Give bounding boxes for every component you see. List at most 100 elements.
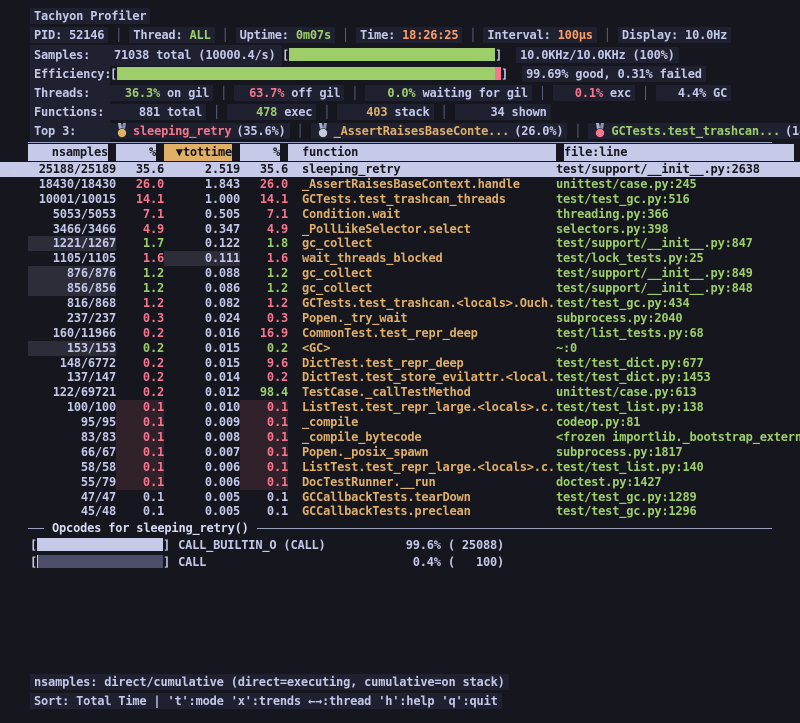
cell-tottime: 0.082 [164, 296, 240, 311]
cell-function: DocTestRunner.__run [302, 475, 556, 490]
cell-gap [288, 356, 302, 371]
top3-entry[interactable]: sleeping_retry(35.6%) [110, 123, 290, 139]
cell-nsamples: 45/48 [28, 504, 116, 519]
opcode-bar: [] [30, 537, 170, 554]
uptime-field: Uptime: 0m07s [236, 27, 335, 43]
function-stat-label: total [160, 105, 202, 119]
thread-field[interactable]: Thread: ALL [129, 27, 214, 43]
cell-function: Popen._posix_spawn [302, 445, 556, 460]
top3-entry[interactable]: GCTests.test_trashcan...(14.1%) [588, 123, 800, 139]
thread-stat-label: exc [603, 86, 631, 100]
thread-stat: 0.0% waiting for gil [365, 85, 531, 101]
separator: │ [539, 86, 546, 100]
table-header-pct-direct[interactable]: % [116, 144, 164, 161]
table-row[interactable]: 816/8681.20.0821.2GCTests.test_trashcan.… [0, 296, 800, 311]
cell-function: TestCase._callTestMethod [302, 385, 556, 400]
cell-fileline: unittest/case.py:613 [556, 385, 794, 400]
table-row[interactable]: 160/119660.20.01616.9CommonTest.test_rep… [0, 326, 800, 341]
table-header-nsamples[interactable]: nsamples [28, 144, 116, 161]
table-row[interactable]: 100/1000.10.0100.1ListTest.test_repr_lar… [0, 400, 800, 415]
cell-gap [288, 207, 302, 222]
cell-fileline: test/test_gc.py:516 [556, 192, 794, 207]
table-row[interactable]: 237/2370.30.0240.3Popen._try_waitsubproc… [0, 311, 800, 326]
table-row[interactable]: 95/950.10.0090.1_compilecodeop.py:81 [0, 415, 800, 430]
table-row[interactable]: 10001/1001514.11.00014.1GCTests.test_tra… [0, 192, 800, 207]
separator: │ [222, 28, 229, 42]
cell-pct-direct: 7.1 [116, 207, 164, 222]
table-row[interactable]: 58/580.10.0060.1ListTest.test_repr_large… [0, 460, 800, 475]
table-header-function[interactable]: function [302, 144, 556, 161]
opcode-percent: 0.4% ( 100) [364, 554, 504, 571]
table-row[interactable]: 137/1470.20.0140.2DictTest.test_store_ev… [0, 370, 800, 385]
cell-function: _AssertRaisesBaseContext.handle [302, 177, 556, 192]
cell-fileline: test/test_dict.py:677 [556, 356, 794, 371]
cell-gap [288, 281, 302, 296]
top3-function-name: sleeping_retry [133, 124, 231, 138]
opcode-row: []CALL 0.4% ( 100) [0, 554, 800, 571]
cell-function: _compile [302, 415, 556, 430]
efficiency-progress-bar: [] [110, 67, 508, 81]
separator: │ [469, 28, 476, 42]
function-stat: 403 stack [337, 104, 433, 120]
cell-tottime: 0.005 [164, 504, 240, 519]
table-row[interactable]: 55/790.10.0060.1DocTestRunner.__rundocte… [0, 475, 800, 490]
table-row[interactable]: 148/67720.20.0159.6DictTest.test_repr_de… [0, 356, 800, 371]
function-stat: 34 shown [455, 104, 551, 120]
cell-fileline: test/support/__init__.py:2638 [556, 162, 794, 177]
table-row[interactable]: 18430/1843026.01.84326.0_AssertRaisesBas… [0, 177, 800, 192]
table-row[interactable]: 876/8761.20.0881.2gc_collecttest/support… [0, 266, 800, 281]
top3-line: Top 3:sleeping_retry(35.6%)│_AssertRaise… [0, 121, 800, 140]
cell-function: gc_collect [302, 281, 556, 296]
table-row[interactable]: 1221/12671.70.1221.8gc_collecttest/suppo… [0, 236, 800, 251]
cell-tottime: 0.086 [164, 281, 240, 296]
table-header-tottime-sorted[interactable]: ▼tottime [164, 144, 240, 161]
table-row[interactable]: 3466/34664.90.3474.9_PollLikeSelector.se… [0, 222, 800, 237]
function-stat-value: 881 [114, 103, 160, 122]
profiler-screen: Tachyon Profiler PID: 52146│Thread: ALL│… [0, 0, 800, 723]
cell-function: gc_collect [302, 266, 556, 281]
cell-function: gc_collect [302, 236, 556, 251]
function-stat-value: 478 [231, 103, 277, 122]
table-header-fileline[interactable]: file:line [556, 144, 794, 161]
cell-pct-direct: 0.3 [116, 311, 164, 326]
table-row[interactable]: 5053/50537.10.5057.1Condition.waitthread… [0, 207, 800, 222]
opcodes-section-header: Opcodes for sleeping_retry() [0, 519, 800, 537]
cell-pct-cumulative: 1.8 [240, 236, 288, 251]
cell-fileline: test/test_list.py:140 [556, 460, 794, 475]
opcode-percent: 99.6% ( 25088) [364, 537, 504, 554]
cell-nsamples: 58/58 [28, 460, 116, 475]
thread-stat: 0.1% exc [553, 85, 635, 101]
cell-pct-cumulative: 1.2 [240, 281, 288, 296]
cell-pct-direct: 1.7 [116, 236, 164, 251]
cell-pct-direct: 0.1 [116, 415, 164, 430]
efficiency-status: 99.69% good, 0.31% failed [522, 66, 706, 82]
table-row[interactable]: 66/670.10.0070.1Popen._posix_spawnsubpro… [0, 445, 800, 460]
table-row[interactable]: 1105/11051.60.1111.6wait_threads_blocked… [0, 251, 800, 266]
cell-pct-cumulative: 0.1 [240, 490, 288, 505]
cell-gap [288, 296, 302, 311]
display-rate-field: Display: 10.0Hz [618, 27, 731, 43]
table-row[interactable]: 856/8561.20.0861.2gc_collecttest/support… [0, 281, 800, 296]
cell-tottime: 0.009 [164, 415, 240, 430]
table-header-pct-cumulative[interactable]: % [240, 144, 288, 161]
cell-pct-cumulative: 1.2 [240, 296, 288, 311]
cell-gap [288, 192, 302, 207]
thread-stat: 63.7% off gil [234, 85, 344, 101]
top3-percent: (26.0%) [514, 124, 563, 138]
cell-nsamples: 122/69721 [28, 385, 116, 400]
cell-pct-direct: 0.1 [116, 400, 164, 415]
table-row[interactable]: 83/830.10.0080.1_compile_bytecode<frozen… [0, 430, 800, 445]
thread-stat-value: 0.0% [369, 84, 415, 103]
cell-gap [288, 162, 302, 177]
cell-tottime: 0.122 [164, 236, 240, 251]
top3-entry[interactable]: _AssertRaisesBaseConte...(26.0%) [311, 123, 568, 139]
table-row[interactable]: 122/697210.20.01298.4TestCase._callTestM… [0, 385, 800, 400]
separator: │ [574, 124, 581, 138]
cell-tottime: 0.347 [164, 222, 240, 237]
cell-tottime: 1.000 [164, 192, 240, 207]
table-row[interactable]: 45/480.10.0050.1GCCallbackTests.preclean… [0, 504, 800, 519]
table-row[interactable]: 47/470.10.0050.1GCCallbackTests.tearDown… [0, 490, 800, 505]
table-row[interactable]: 153/1530.20.0150.2<GC>~:0 [0, 341, 800, 356]
cell-gap [288, 266, 302, 281]
table-row[interactable]: ►25188/2518935.62.51935.6sleeping_retryt… [0, 162, 800, 177]
